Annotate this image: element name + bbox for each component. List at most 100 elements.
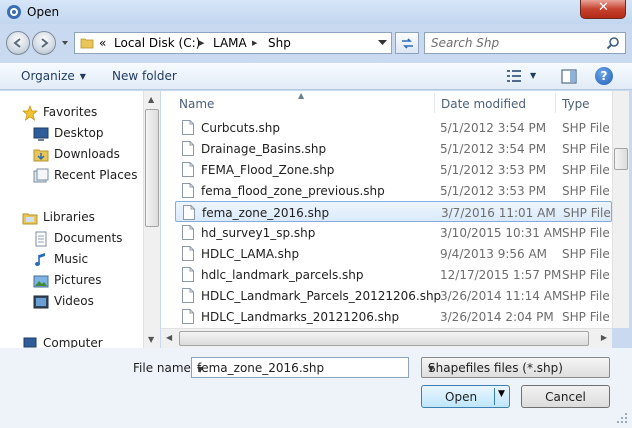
table-row[interactable]: hdlc_landmark_parcels.shp 12/17/2015 1:57… [175, 264, 612, 285]
forward-button[interactable] [32, 31, 56, 55]
table-row[interactable]: fema_zone_2016.shp 3/7/2016 11:01 AM SHP F… [175, 201, 612, 222]
file-name: hdlc_landmark_parcels.shp [201, 268, 364, 282]
file-icon [183, 205, 195, 220]
file-type: SHP File [562, 226, 610, 240]
column-header-label: Type [562, 97, 590, 111]
nav-item-label: Videos [54, 294, 94, 308]
breadcrumb-overflow[interactable]: « [99, 36, 106, 50]
file-name: HDLC_LAMA.shp [201, 247, 300, 261]
column-header-label: Date modified [441, 97, 527, 111]
breadcrumb-shp[interactable]: Shp [268, 36, 291, 50]
breadcrumb-separator[interactable]: ▶ [199, 39, 204, 47]
recent-locations-dropdown[interactable] [60, 38, 70, 48]
scroll-right-icon[interactable]: ▶ [601, 333, 607, 342]
search-icon[interactable] [606, 36, 620, 50]
breadcrumb-local-disk[interactable]: Local Disk (C:) [114, 36, 200, 50]
horizontal-scrollbar[interactable]: ◀ ▶ [161, 328, 612, 348]
file-name-label: File name: [133, 361, 195, 375]
table-row[interactable]: fema_flood_zone_previous.shp 5/1/2012 3:5… [175, 180, 612, 201]
chevron-down-icon: ▼ [79, 72, 86, 81]
table-row[interactable]: Drainage_Basins.shp 5/1/2012 3:54 PM SHP F… [175, 138, 612, 159]
file-icon [182, 120, 194, 135]
file-type: SHP File [562, 121, 610, 135]
file-date: 3/26/2014 2:04 PM [440, 310, 554, 324]
open-options-chevron[interactable]: ▼ [498, 389, 505, 399]
table-row[interactable]: hd_survey1_sp.shp 3/10/2015 10:31 AM SHP F… [175, 222, 612, 243]
table-row[interactable]: FEMA_Flood_Zone.shp 5/1/2012 3:53 PM SHP F… [175, 159, 612, 180]
file-icon [182, 246, 194, 261]
file-date: 9/4/2013 9:56 AM [440, 247, 548, 261]
organize-button[interactable]: Organize ▼ [21, 69, 86, 83]
nav-item-label: Music [54, 252, 89, 266]
back-button[interactable] [6, 31, 30, 55]
window-title: Open [27, 5, 60, 19]
resize-grip-icon[interactable] [616, 412, 628, 424]
file-icon [182, 309, 194, 324]
breadcrumb-lama[interactable]: LAMA [213, 36, 247, 50]
file-type: SHP File [562, 310, 610, 324]
split-divider [494, 388, 495, 405]
new-folder-button[interactable]: New folder [112, 69, 177, 83]
pictures-icon [33, 275, 49, 288]
open-button[interactable]: Open ▼ [421, 385, 510, 408]
cancel-button[interactable]: Cancel [521, 385, 610, 408]
scrollbar-thumb[interactable] [614, 148, 628, 170]
file-type: SHP File [562, 184, 610, 198]
chevron-down-icon[interactable]: ▼ [428, 364, 603, 373]
column-header-date[interactable]: Date modified [434, 91, 555, 116]
nav-pane-scrollbar[interactable]: ▲ ▼ [143, 91, 160, 348]
table-row[interactable]: HDLC_LAMA.shp 9/4/2013 9:56 AM SHP File [175, 243, 612, 264]
breadcrumb-separator[interactable]: ▶ [252, 39, 257, 47]
file-icon [182, 183, 194, 198]
scroll-left-icon[interactable]: ◀ [166, 333, 172, 342]
table-row[interactable]: Curbcuts.shp 5/1/2012 3:54 PM SHP File [175, 117, 612, 138]
file-date: 5/1/2012 3:53 PM [440, 163, 547, 177]
file-name-field[interactable]: fema_zone_2016.shp ▼ [191, 357, 409, 378]
file-icon [182, 288, 194, 303]
star-icon [22, 105, 38, 121]
scrollbar-thumb[interactable] [179, 331, 589, 346]
file-name: fema_zone_2016.shp [202, 206, 330, 220]
file-list-scrollbar[interactable] [612, 91, 629, 328]
file-date: 5/1/2012 3:54 PM [440, 142, 547, 156]
music-icon [35, 253, 45, 266]
help-icon[interactable]: ? [595, 67, 613, 85]
arrow-right-icon [41, 38, 49, 48]
chevron-down-icon[interactable]: ▼ [197, 365, 404, 374]
column-header-name[interactable]: Name [172, 91, 434, 116]
file-type: SHP File [562, 142, 610, 156]
navigation-pane: Favorites Desktop Downloads Recent Place… [0, 91, 160, 348]
file-type-select[interactable]: Shapefiles files (*.shp) ▼ [421, 357, 610, 378]
nav-item-label: Desktop [54, 126, 104, 140]
view-options-icon[interactable] [506, 69, 522, 83]
close-button[interactable]: ✕ [580, 0, 626, 19]
scroll-down-icon[interactable]: ▼ [148, 335, 154, 344]
refresh-button[interactable] [395, 32, 419, 54]
scrollbar-thumb[interactable] [145, 109, 159, 227]
search-input[interactable] [431, 35, 601, 51]
column-header-type[interactable]: Type [555, 91, 612, 116]
app-icon [7, 5, 21, 19]
nav-item-label: Computer [43, 336, 103, 348]
nav-item-label: Documents [54, 231, 123, 245]
chevron-down-icon[interactable] [378, 40, 387, 46]
documents-icon [35, 231, 47, 247]
table-row[interactable]: HDLC_Landmark_Parcels_20121206.shp 3/26/2… [175, 285, 612, 306]
address-bar[interactable]: « Local Disk (C:) ▶ LAMA ▶ Shp [74, 32, 392, 54]
file-icon [182, 162, 194, 177]
preview-pane-icon[interactable] [561, 69, 577, 84]
search-box[interactable] [424, 32, 626, 54]
file-name: fema_flood_zone_previous.shp [201, 184, 385, 198]
file-type: SHP File [563, 206, 611, 220]
table-row[interactable]: HDLC_Landmarks_20121206.shp 3/26/2014 2:0… [175, 306, 612, 327]
file-date: 3/10/2015 10:31 AM [440, 226, 563, 240]
file-icon [182, 225, 194, 240]
file-name: FEMA_Flood_Zone.shp [201, 163, 335, 177]
file-list: ▲ Name Date modified Type Curbcuts.shp 5/… [161, 91, 612, 328]
view-dropdown-chevron[interactable]: ▼ [530, 71, 536, 80]
file-name: Drainage_Basins.shp [201, 142, 327, 156]
dialog-footer: File name: fema_zone_2016.shp ▼ Shapefil… [0, 348, 632, 428]
nav-item-label: Downloads [54, 147, 120, 161]
scroll-up-icon[interactable]: ▲ [148, 95, 154, 104]
recent-places-icon [33, 168, 49, 183]
